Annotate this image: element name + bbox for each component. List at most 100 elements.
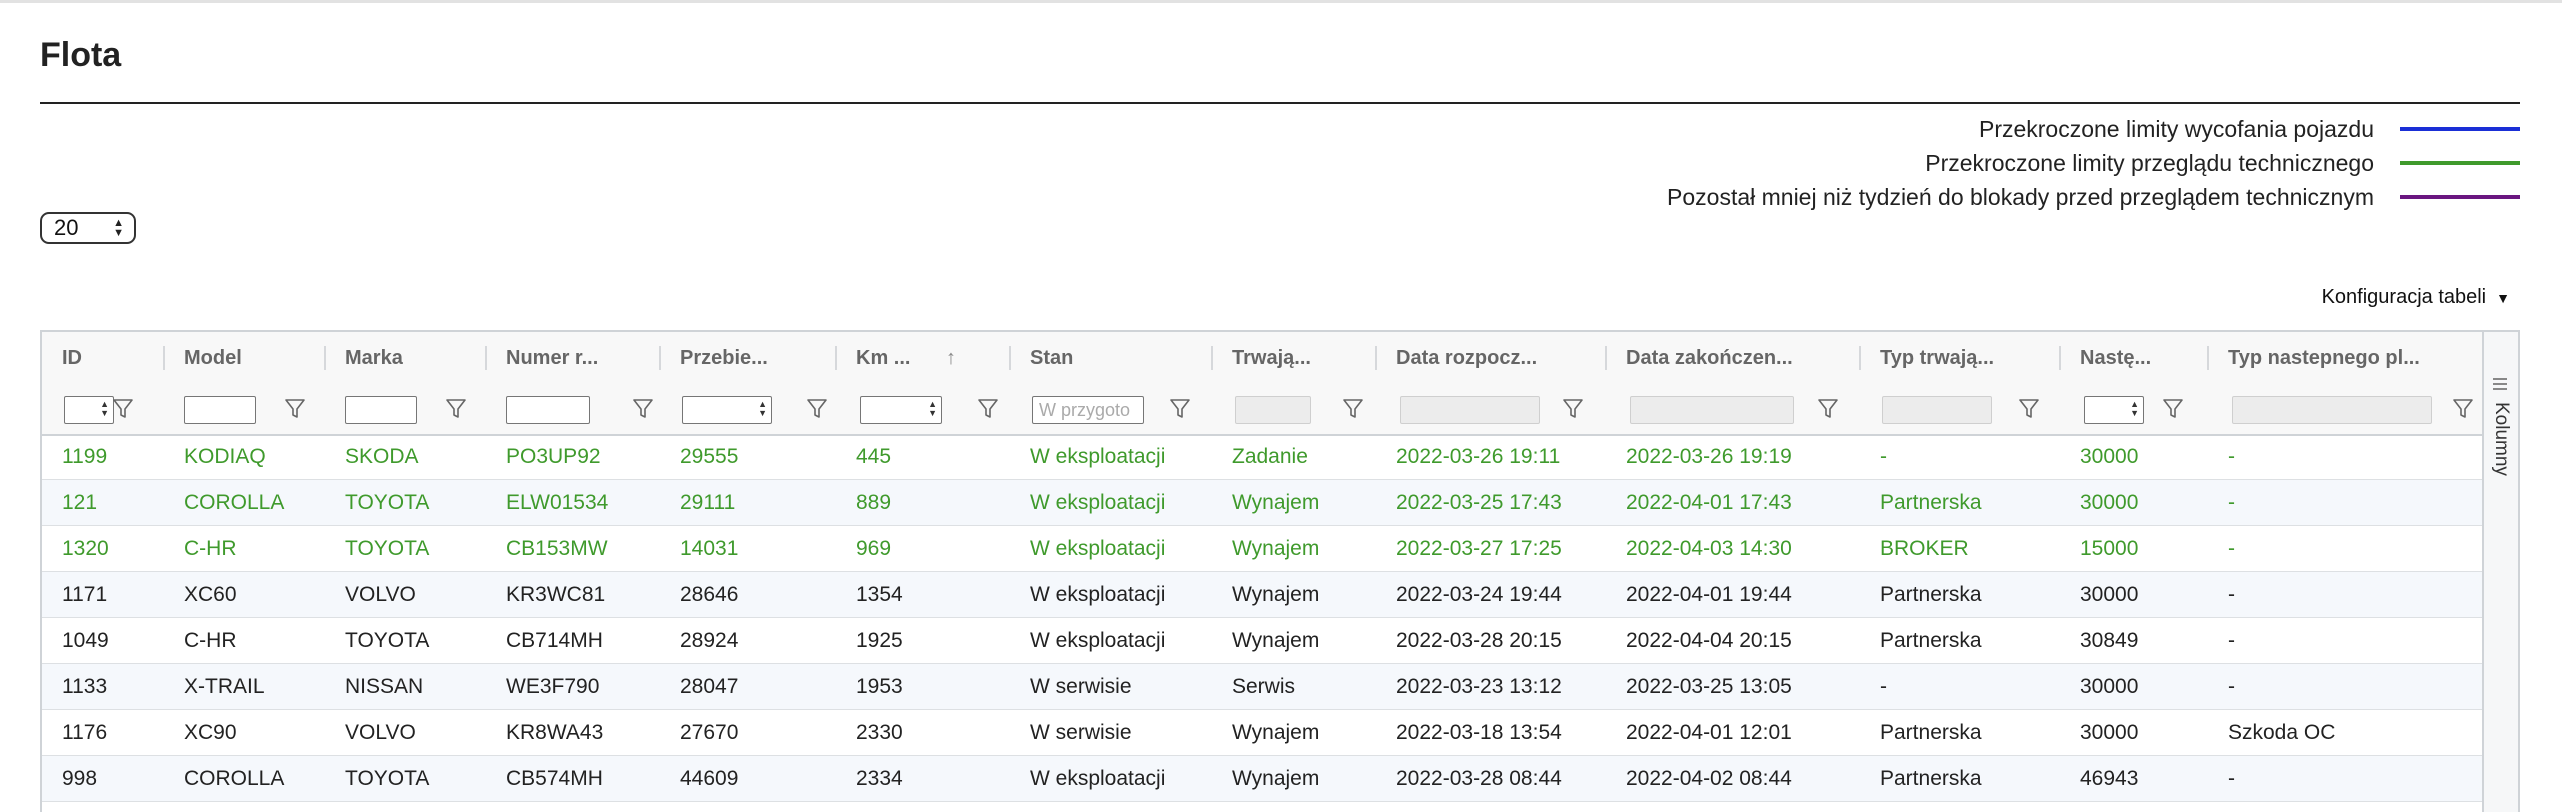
column-header-marka[interactable]: Marka — [325, 332, 486, 384]
cell-km: 1953 — [856, 675, 903, 698]
column-header-km[interactable]: Km ... — [836, 332, 1010, 384]
filter-input-data_rozp — [1400, 396, 1540, 424]
filter-icon[interactable] — [1562, 397, 1584, 421]
page-size-select[interactable]: 20 ▲ ▼ — [40, 212, 136, 244]
filter-input-km[interactable]: ▲ ▼ — [860, 396, 942, 424]
columns-side-panel[interactable]: Kolumny — [2482, 332, 2518, 812]
table-row[interactable]: 1320 C-HR TOYOTA CB153MW 14031 969 W eksploata… — [42, 526, 2484, 572]
filter-icon[interactable] — [284, 397, 306, 421]
filter-input-id[interactable]: ▲ ▼ — [64, 396, 114, 424]
top-border — [0, 0, 2562, 3]
cell-model: XC90 — [184, 721, 237, 744]
legend: Przekroczone limity wycofania pojazdu Pr… — [1667, 112, 2520, 214]
column-header-stan[interactable]: Stan — [1010, 332, 1212, 384]
cell-typ_nastepny: - — [2228, 767, 2235, 790]
column-resize-handle[interactable] — [1375, 346, 1377, 370]
caret-down-icon: ▼ — [2496, 289, 2510, 306]
spinner-arrows-icon[interactable]: ▲ ▼ — [2130, 400, 2139, 418]
table-row[interactable]: 1133 X-TRAIL NISSAN WE3F790 28047 1953 W serwi… — [42, 664, 2484, 710]
fleet-table: ID Model Marka Numer r... Przebie... Km ... ↑ S… — [40, 330, 2520, 812]
column-resize-handle[interactable] — [2207, 346, 2209, 370]
cell-stan: W eksploatacji — [1030, 445, 1166, 468]
filter-input-przebieg[interactable]: ▲ ▼ — [682, 396, 772, 424]
spinner-arrows-icon[interactable]: ▲ ▼ — [100, 400, 109, 418]
table-config-dropdown[interactable]: Konfiguracja tabeli ▼ — [2322, 286, 2510, 309]
column-resize-handle[interactable] — [1605, 346, 1607, 370]
page-size-value: 20 — [54, 215, 79, 240]
cell-marka: VOLVO — [345, 583, 416, 606]
cell-id: 1049 — [62, 629, 109, 652]
cell-data_rozp: 2022-03-28 20:15 — [1396, 629, 1562, 652]
filter-icon[interactable] — [445, 397, 467, 421]
cell-data_zak: 2022-04-02 08:44 — [1626, 767, 1792, 790]
cell-typ_trwajacy: Partnerska — [1880, 767, 1982, 790]
column-header-typ_trwajacy[interactable]: Typ trwają... — [1860, 332, 2060, 384]
filter-icon[interactable] — [806, 397, 828, 421]
filter-icon[interactable] — [2162, 397, 2184, 421]
column-header-id[interactable]: ID — [42, 332, 164, 384]
table-row[interactable]: 1171 XC60 VOLVO KR3WC81 28646 1354 W eksploata… — [42, 572, 2484, 618]
column-header-trwajaca[interactable]: Trwają... — [1212, 332, 1376, 384]
cell-nastepny: 30000 — [2080, 675, 2139, 698]
cell-data_rozp: 2022-03-26 19:11 — [1396, 445, 1561, 468]
cell-id: 1320 — [62, 537, 109, 560]
spinner-arrows-icon[interactable]: ▲ ▼ — [928, 400, 937, 418]
up-down-arrows-icon: ▲ ▼ — [113, 217, 124, 239]
filter-input-numer[interactable] — [506, 396, 590, 424]
cell-przebieg: 28646 — [680, 583, 739, 606]
column-header-data_zak[interactable]: Data zakończen... — [1606, 332, 1860, 384]
cell-data_zak: 2022-04-04 20:15 — [1626, 629, 1792, 652]
cell-typ_nastepny: - — [2228, 445, 2235, 468]
cell-stan: W serwisie — [1030, 721, 1132, 744]
column-resize-handle[interactable] — [485, 346, 487, 370]
filter-input-marka[interactable] — [345, 396, 417, 424]
filter-icon[interactable] — [632, 397, 654, 421]
spinner-arrows-icon[interactable]: ▲ ▼ — [758, 400, 767, 418]
cell-data_rozp: 2022-03-28 08:44 — [1396, 767, 1562, 790]
table-row[interactable]: 1049 C-HR TOYOTA CB714MH 28924 1925 W eksploat… — [42, 618, 2484, 664]
column-resize-handle[interactable] — [2059, 346, 2061, 370]
cell-trwajaca: Wynajem — [1232, 491, 1320, 514]
column-resize-handle[interactable] — [1859, 346, 1861, 370]
table-row[interactable]: 1199 KODIAQ SKODA PO3UP92 29555 445 W eksploat… — [42, 434, 2484, 480]
cell-marka: VOLVO — [345, 721, 416, 744]
legend-item-withdrawal: Przekroczone limity wycofania pojazdu — [1667, 112, 2520, 146]
cell-model: COROLLA — [184, 767, 285, 790]
cell-stan: W eksploatacji — [1030, 491, 1166, 514]
table-row[interactable]: 121 COROLLA TOYOTA ELW01534 29111 889 W eksplo… — [42, 480, 2484, 526]
column-header-model[interactable]: Model — [164, 332, 325, 384]
cell-nastepny: 30000 — [2080, 583, 2139, 606]
column-resize-handle[interactable] — [659, 346, 661, 370]
table-row[interactable]: 1176 XC90 VOLVO KR8WA43 27670 2330 W serwisie W… — [42, 710, 2484, 756]
filter-icon[interactable] — [1342, 397, 1364, 421]
column-header-data_rozp[interactable]: Data rozpocz... — [1376, 332, 1606, 384]
filter-icon[interactable] — [1817, 397, 1839, 421]
cell-id: 1176 — [62, 721, 108, 744]
table-row[interactable]: 998 COROLLA TOYOTA CB574MH 44609 2334 W eksplo… — [42, 756, 2484, 802]
cell-trwajaca: Zadanie — [1232, 445, 1308, 468]
filter-input-stan[interactable]: W przygoto — [1032, 396, 1144, 424]
sort-ascending-icon[interactable]: ↑ — [946, 332, 956, 384]
cell-nastepny: 15000 — [2080, 537, 2139, 560]
column-resize-handle[interactable] — [835, 346, 837, 370]
column-header-typ_nastepny[interactable]: Typ nastepnego pl... — [2208, 332, 2484, 384]
cell-nastepny: 46943 — [2080, 767, 2139, 790]
column-header-przebieg[interactable]: Przebie... — [660, 332, 836, 384]
column-resize-handle[interactable] — [324, 346, 326, 370]
column-header-nastepny[interactable]: Nastę... — [2060, 332, 2208, 384]
cell-km: 1925 — [856, 629, 903, 652]
filter-icon[interactable] — [112, 397, 134, 421]
column-resize-handle[interactable] — [1009, 346, 1011, 370]
filter-icon[interactable] — [2018, 397, 2040, 421]
column-resize-handle[interactable] — [163, 346, 165, 370]
cell-data_rozp: 2022-03-25 17:43 — [1396, 491, 1562, 514]
filter-icon[interactable] — [977, 397, 999, 421]
filter-input-nastepny[interactable]: ▲ ▼ — [2084, 396, 2144, 424]
filter-icon[interactable] — [1169, 397, 1191, 421]
column-header-numer[interactable]: Numer r... — [486, 332, 660, 384]
column-resize-handle[interactable] — [1211, 346, 1213, 370]
cell-nastepny: 30000 — [2080, 721, 2139, 744]
filter-icon[interactable] — [2452, 397, 2474, 421]
cell-km: 969 — [856, 537, 892, 560]
filter-input-model[interactable] — [184, 396, 256, 424]
